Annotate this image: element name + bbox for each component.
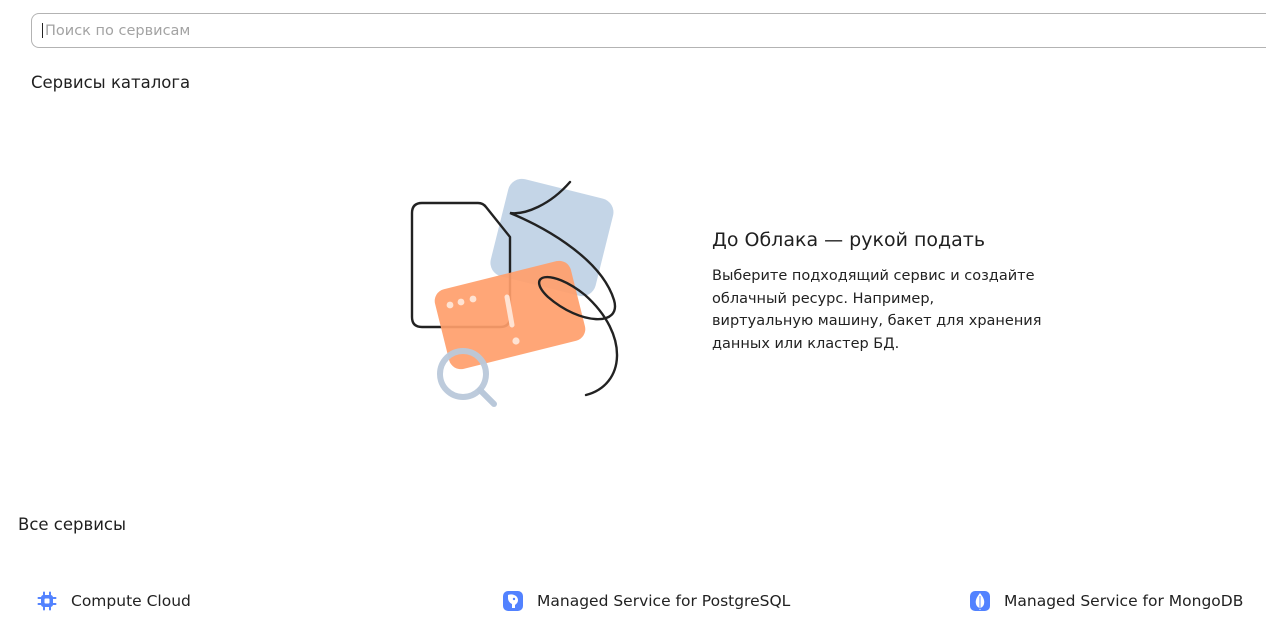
service-label: Managed Service for MongoDB xyxy=(1004,592,1244,610)
empty-state: До Облака — рукой подать Выберите подход… xyxy=(712,229,1072,355)
search-box[interactable] xyxy=(31,13,1266,48)
empty-state-heading: До Облака — рукой подать xyxy=(712,229,986,251)
empty-state-illustration xyxy=(400,175,640,415)
empty-state-description: Выберите подходящий сервис и создайте об… xyxy=(712,265,1072,355)
mongodb-icon xyxy=(969,590,991,612)
search-input[interactable] xyxy=(43,15,1225,46)
empty-state-line: облачный ресурс. Например, xyxy=(712,290,935,307)
empty-state-line: Выберите подходящий сервис и создайте xyxy=(712,268,1035,284)
catalog-section-title: Сервисы каталога xyxy=(31,73,191,92)
service-label: Managed Service for PostgreSQL xyxy=(537,592,791,610)
empty-state-line: виртуальную машину, бакет для хранения xyxy=(712,313,1042,329)
catalog-illustration xyxy=(410,178,619,407)
compute-cloud-icon xyxy=(36,590,58,612)
empty-state-line: данных или кластер БД. xyxy=(712,335,900,352)
service-label: Compute Cloud xyxy=(71,592,191,610)
all-services-title: Все сервисы xyxy=(18,515,127,534)
postgresql-icon xyxy=(502,590,524,612)
service-mongodb[interactable]: Managed Service for MongoDB xyxy=(969,589,1243,613)
service-compute-cloud[interactable]: Compute Cloud xyxy=(36,589,191,613)
page: Сервисы каталога xyxy=(0,0,1266,632)
service-postgresql[interactable]: Managed Service for PostgreSQL xyxy=(502,589,790,613)
